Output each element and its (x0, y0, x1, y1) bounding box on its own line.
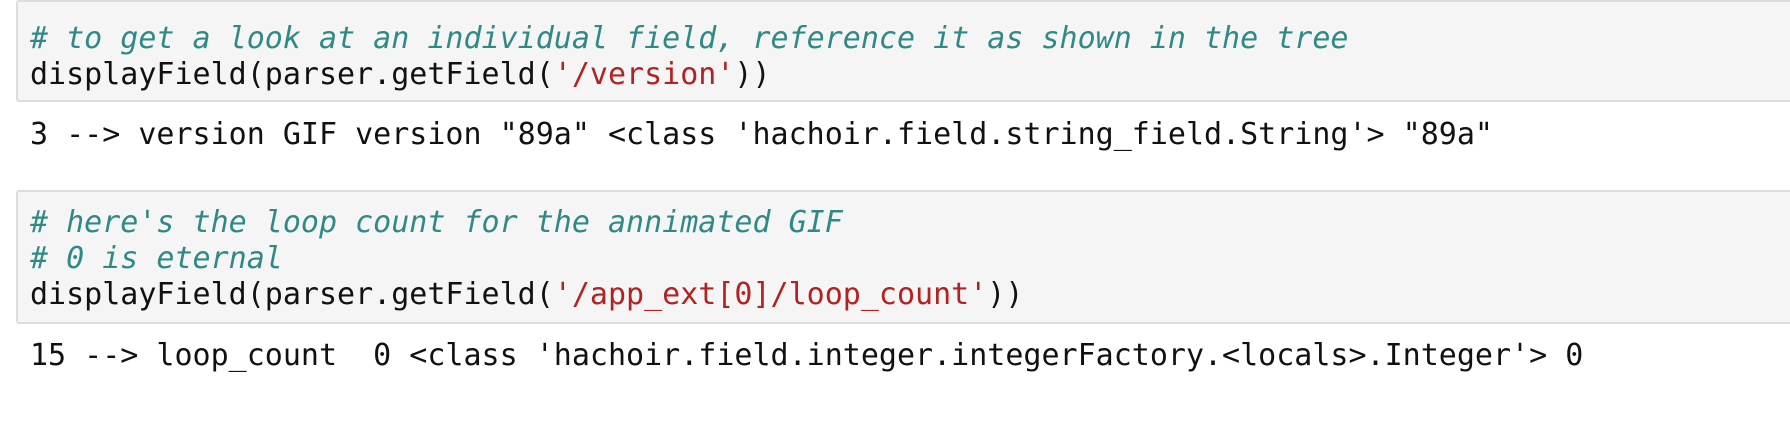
code-comment-line: # to get a look at an individual field, … (30, 21, 1349, 56)
code-statement-line: displayField(parser.getField('/version')… (30, 60, 771, 90)
code-comment-line: # 0 is eternal (30, 241, 283, 276)
code-closing-parens: )) (734, 57, 771, 92)
cell-output-2: 15 --> loop_count 0 <class 'hachoir.fiel… (30, 338, 1584, 373)
code-call: displayField(parser.getField( (30, 277, 554, 312)
code-statement-line: displayField(parser.getField('/app_ext[0… (30, 280, 1023, 310)
code-closing-parens: )) (987, 277, 1024, 312)
code-cell-input-1[interactable]: # to get a look at an individual field, … (16, 0, 1790, 102)
cell-output-1: 3 --> version GIF version "89a" <class '… (30, 117, 1493, 152)
code-call: displayField(parser.getField( (30, 57, 554, 92)
code-string-literal: '/app_ext[0]/loop_count' (553, 277, 988, 312)
code-string-literal: '/version' (553, 57, 735, 92)
code-cell-input-2[interactable]: # here's the loop count for the annimate… (16, 190, 1790, 324)
code-comment-line: # here's the loop count for the annimate… (30, 205, 843, 240)
